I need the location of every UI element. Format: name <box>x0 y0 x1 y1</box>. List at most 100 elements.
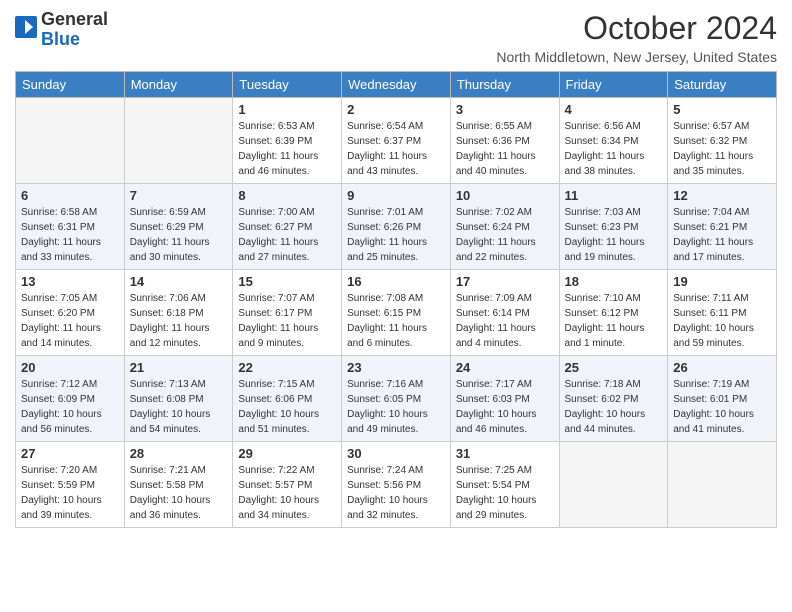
day-number: 17 <box>456 274 554 289</box>
day-number: 14 <box>130 274 228 289</box>
day-info: Sunrise: 7:25 AMSunset: 5:54 PMDaylight:… <box>456 463 554 523</box>
day-info: Sunrise: 7:13 AMSunset: 6:08 PMDaylight:… <box>130 377 228 437</box>
weekday-header-wednesday: Wednesday <box>342 72 451 98</box>
calendar-cell: 29 Sunrise: 7:22 AMSunset: 5:57 PMDayligh… <box>233 442 342 528</box>
day-info: Sunrise: 6:59 AMSunset: 6:29 PMDaylight:… <box>130 205 228 265</box>
day-info: Sunrise: 7:10 AMSunset: 6:12 PMDaylight:… <box>565 291 663 351</box>
day-info: Sunrise: 6:57 AMSunset: 6:32 PMDaylight:… <box>673 119 771 179</box>
day-info: Sunrise: 7:15 AMSunset: 6:06 PMDaylight:… <box>238 377 336 437</box>
day-number: 29 <box>238 446 336 461</box>
day-info: Sunrise: 6:56 AMSunset: 6:34 PMDaylight:… <box>565 119 663 179</box>
calendar-cell <box>668 442 777 528</box>
calendar-cell: 15 Sunrise: 7:07 AMSunset: 6:17 PMDayligh… <box>233 270 342 356</box>
day-info: Sunrise: 7:05 AMSunset: 6:20 PMDaylight:… <box>21 291 119 351</box>
day-number: 23 <box>347 360 445 375</box>
weekday-header-monday: Monday <box>124 72 233 98</box>
day-number: 31 <box>456 446 554 461</box>
day-number: 13 <box>21 274 119 289</box>
calendar-cell: 9Sunrise: 7:01 AMSunset: 6:26 PMDaylight… <box>342 184 451 270</box>
calendar-cell: 18 Sunrise: 7:10 AMSunset: 6:12 PMDayligh… <box>559 270 668 356</box>
day-number: 19 <box>673 274 771 289</box>
week-row-5: 27Sunrise: 7:20 AMSunset: 5:59 PMDayligh… <box>16 442 777 528</box>
day-info: Sunrise: 7:17 AMSunset: 6:03 PMDaylight:… <box>456 377 554 437</box>
calendar-cell: 26 Sunrise: 7:19 AMSunset: 6:01 PMDayligh… <box>668 356 777 442</box>
day-info: Sunrise: 6:54 AMSunset: 6:37 PMDaylight:… <box>347 119 445 179</box>
calendar-cell: 17Sunrise: 7:09 AMSunset: 6:14 PMDayligh… <box>450 270 559 356</box>
day-info: Sunrise: 7:16 AMSunset: 6:05 PMDaylight:… <box>347 377 445 437</box>
week-row-2: 6 Sunrise: 6:58 AMSunset: 6:31 PMDaylight… <box>16 184 777 270</box>
calendar-cell: 1 Sunrise: 6:53 AMSunset: 6:39 PMDaylight… <box>233 98 342 184</box>
day-number: 1 <box>238 102 336 117</box>
calendar-cell: 8 Sunrise: 7:00 AMSunset: 6:27 PMDaylight… <box>233 184 342 270</box>
calendar-table: SundayMondayTuesdayWednesdayThursdayFrid… <box>15 71 777 528</box>
month-title: October 2024 <box>496 10 777 47</box>
calendar-cell: 19 Sunrise: 7:11 AMSunset: 6:11 PMDayligh… <box>668 270 777 356</box>
calendar-cell: 21 Sunrise: 7:13 AMSunset: 6:08 PMDayligh… <box>124 356 233 442</box>
day-info: Sunrise: 7:00 AMSunset: 6:27 PMDaylight:… <box>238 205 336 265</box>
day-number: 24 <box>456 360 554 375</box>
day-number: 30 <box>347 446 445 461</box>
day-number: 8 <box>238 188 336 203</box>
calendar-cell: 27Sunrise: 7:20 AMSunset: 5:59 PMDayligh… <box>16 442 125 528</box>
day-info: Sunrise: 6:53 AMSunset: 6:39 PMDaylight:… <box>238 119 336 179</box>
weekday-header-thursday: Thursday <box>450 72 559 98</box>
day-info: Sunrise: 7:11 AMSunset: 6:11 PMDaylight:… <box>673 291 771 351</box>
calendar-cell: 14 Sunrise: 7:06 AMSunset: 6:18 PMDayligh… <box>124 270 233 356</box>
day-info: Sunrise: 7:07 AMSunset: 6:17 PMDaylight:… <box>238 291 336 351</box>
location: North Middletown, New Jersey, United Sta… <box>496 49 777 65</box>
calendar-cell: 22Sunrise: 7:15 AMSunset: 6:06 PMDayligh… <box>233 356 342 442</box>
day-number: 20 <box>21 360 119 375</box>
day-number: 21 <box>130 360 228 375</box>
calendar-cell: 7 Sunrise: 6:59 AMSunset: 6:29 PMDaylight… <box>124 184 233 270</box>
day-number: 6 <box>21 188 119 203</box>
day-info: Sunrise: 7:22 AMSunset: 5:57 PMDaylight:… <box>238 463 336 523</box>
calendar-cell: 31 Sunrise: 7:25 AMSunset: 5:54 PMDayligh… <box>450 442 559 528</box>
calendar-cell <box>559 442 668 528</box>
logo: General Blue <box>15 10 108 50</box>
calendar-cell: 12Sunrise: 7:04 AMSunset: 6:21 PMDayligh… <box>668 184 777 270</box>
day-info: Sunrise: 7:12 AMSunset: 6:09 PMDaylight:… <box>21 377 119 437</box>
calendar-cell: 6 Sunrise: 6:58 AMSunset: 6:31 PMDaylight… <box>16 184 125 270</box>
calendar-cell: 13 Sunrise: 7:05 AMSunset: 6:20 PMDayligh… <box>16 270 125 356</box>
day-number: 26 <box>673 360 771 375</box>
day-number: 15 <box>238 274 336 289</box>
calendar-cell: 2Sunrise: 6:54 AMSunset: 6:37 PMDaylight… <box>342 98 451 184</box>
title-block: October 2024 North Middletown, New Jerse… <box>496 10 777 65</box>
day-info: Sunrise: 7:02 AMSunset: 6:24 PMDaylight:… <box>456 205 554 265</box>
calendar-cell: 11Sunrise: 7:03 AMSunset: 6:23 PMDayligh… <box>559 184 668 270</box>
day-number: 4 <box>565 102 663 117</box>
calendar-cell: 25Sunrise: 7:18 AMSunset: 6:02 PMDayligh… <box>559 356 668 442</box>
page: General Blue October 2024 North Middleto… <box>0 0 792 538</box>
day-number: 3 <box>456 102 554 117</box>
calendar-cell: 23 Sunrise: 7:16 AMSunset: 6:05 PMDayligh… <box>342 356 451 442</box>
calendar-cell: 3 Sunrise: 6:55 AMSunset: 6:36 PMDaylight… <box>450 98 559 184</box>
weekday-header-friday: Friday <box>559 72 668 98</box>
day-number: 27 <box>21 446 119 461</box>
weekday-header-row: SundayMondayTuesdayWednesdayThursdayFrid… <box>16 72 777 98</box>
calendar-cell <box>124 98 233 184</box>
weekday-header-tuesday: Tuesday <box>233 72 342 98</box>
day-info: Sunrise: 7:19 AMSunset: 6:01 PMDaylight:… <box>673 377 771 437</box>
day-info: Sunrise: 7:21 AMSunset: 5:58 PMDaylight:… <box>130 463 228 523</box>
day-info: Sunrise: 7:01 AMSunset: 6:26 PMDaylight:… <box>347 205 445 265</box>
calendar-cell: 5 Sunrise: 6:57 AMSunset: 6:32 PMDaylight… <box>668 98 777 184</box>
day-info: Sunrise: 7:03 AMSunset: 6:23 PMDaylight:… <box>565 205 663 265</box>
day-info: Sunrise: 6:55 AMSunset: 6:36 PMDaylight:… <box>456 119 554 179</box>
day-number: 18 <box>565 274 663 289</box>
week-row-1: 1 Sunrise: 6:53 AMSunset: 6:39 PMDaylight… <box>16 98 777 184</box>
logo-icon <box>15 16 37 38</box>
day-number: 7 <box>130 188 228 203</box>
weekday-header-saturday: Saturday <box>668 72 777 98</box>
day-number: 5 <box>673 102 771 117</box>
logo-text: General Blue <box>41 10 108 50</box>
calendar-cell: 20 Sunrise: 7:12 AMSunset: 6:09 PMDayligh… <box>16 356 125 442</box>
day-number: 16 <box>347 274 445 289</box>
week-row-3: 13 Sunrise: 7:05 AMSunset: 6:20 PMDayligh… <box>16 270 777 356</box>
day-info: Sunrise: 7:06 AMSunset: 6:18 PMDaylight:… <box>130 291 228 351</box>
day-info: Sunrise: 7:04 AMSunset: 6:21 PMDaylight:… <box>673 205 771 265</box>
day-info: Sunrise: 6:58 AMSunset: 6:31 PMDaylight:… <box>21 205 119 265</box>
calendar-cell: 28Sunrise: 7:21 AMSunset: 5:58 PMDayligh… <box>124 442 233 528</box>
day-info: Sunrise: 7:18 AMSunset: 6:02 PMDaylight:… <box>565 377 663 437</box>
weekday-header-sunday: Sunday <box>16 72 125 98</box>
calendar-cell: 10Sunrise: 7:02 AMSunset: 6:24 PMDayligh… <box>450 184 559 270</box>
